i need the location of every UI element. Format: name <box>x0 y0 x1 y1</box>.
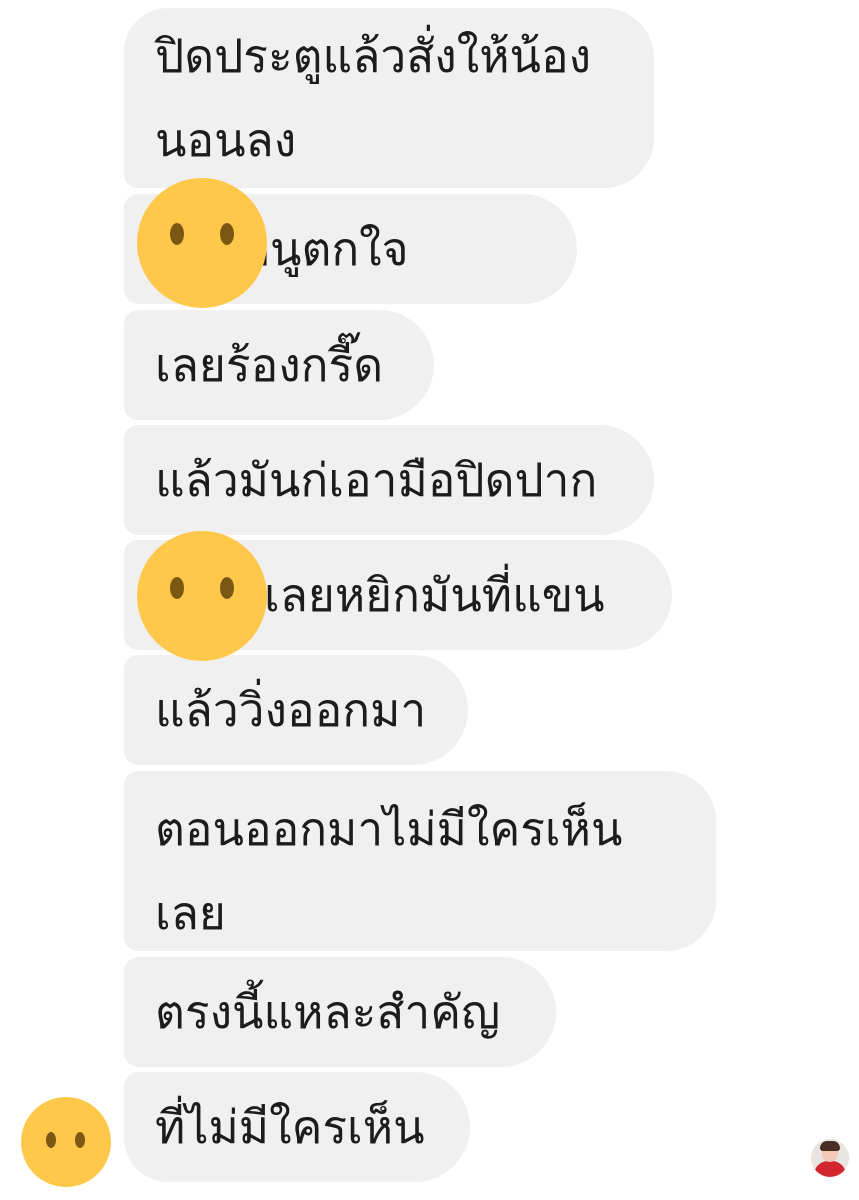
avatar-shirt <box>814 1161 846 1177</box>
avatar-hair <box>820 1141 840 1151</box>
yellow-face-sticker-icon <box>137 178 267 308</box>
message-text-line: เลย <box>155 886 226 940</box>
user-avatar-icon[interactable] <box>21 1097 111 1187</box>
message-bubble[interactable]: เลยร้องกรี๊ด <box>124 310 434 420</box>
message-text-line: แล้วมันก่เอามือปิดปาก <box>155 453 598 507</box>
message-bubble[interactable]: แล้ววิ่งออกมา <box>124 655 468 765</box>
message-bubble[interactable]: ปิดประตูแล้วสั่งให้น้อง นอนลง <box>124 8 654 188</box>
message-text-line: เลยร้องกรี๊ด <box>155 338 384 392</box>
message-text-line: ตอนออกมาไม่มีใครเห็น <box>155 802 623 856</box>
read-receipt-avatar-icon <box>811 1139 849 1177</box>
message-bubble[interactable]: ตอนออกมาไม่มีใครเห็น เลย <box>124 771 716 951</box>
message-text-line: ตรงนี้แหละสำคัญ <box>155 985 501 1039</box>
sticker-eye <box>220 577 234 599</box>
sticker-eye <box>170 577 184 599</box>
message-text-line: ปิดประตูแล้วสั่งให้น้อง <box>155 29 592 83</box>
sticker-eye <box>220 223 234 245</box>
yellow-face-sticker-icon <box>137 531 267 661</box>
message-text-line: แล้ววิ่งออกมา <box>155 683 427 737</box>
message-text-line: นอนลง <box>155 113 297 167</box>
sticker-eye <box>170 223 184 245</box>
sticker-eye <box>75 1132 85 1148</box>
message-bubble[interactable]: แล้วมันก่เอามือปิดปาก <box>124 425 654 535</box>
message-bubble[interactable]: ที่ไม่มีใครเห็น <box>124 1072 470 1182</box>
message-text-line: ที่ไม่มีใครเห็น <box>155 1100 425 1154</box>
message-text-line: เลยหยิกมันที่แขน <box>264 568 605 622</box>
sticker-eye <box>46 1132 56 1148</box>
message-bubble[interactable]: ตรงนี้แหละสำคัญ <box>124 957 556 1067</box>
